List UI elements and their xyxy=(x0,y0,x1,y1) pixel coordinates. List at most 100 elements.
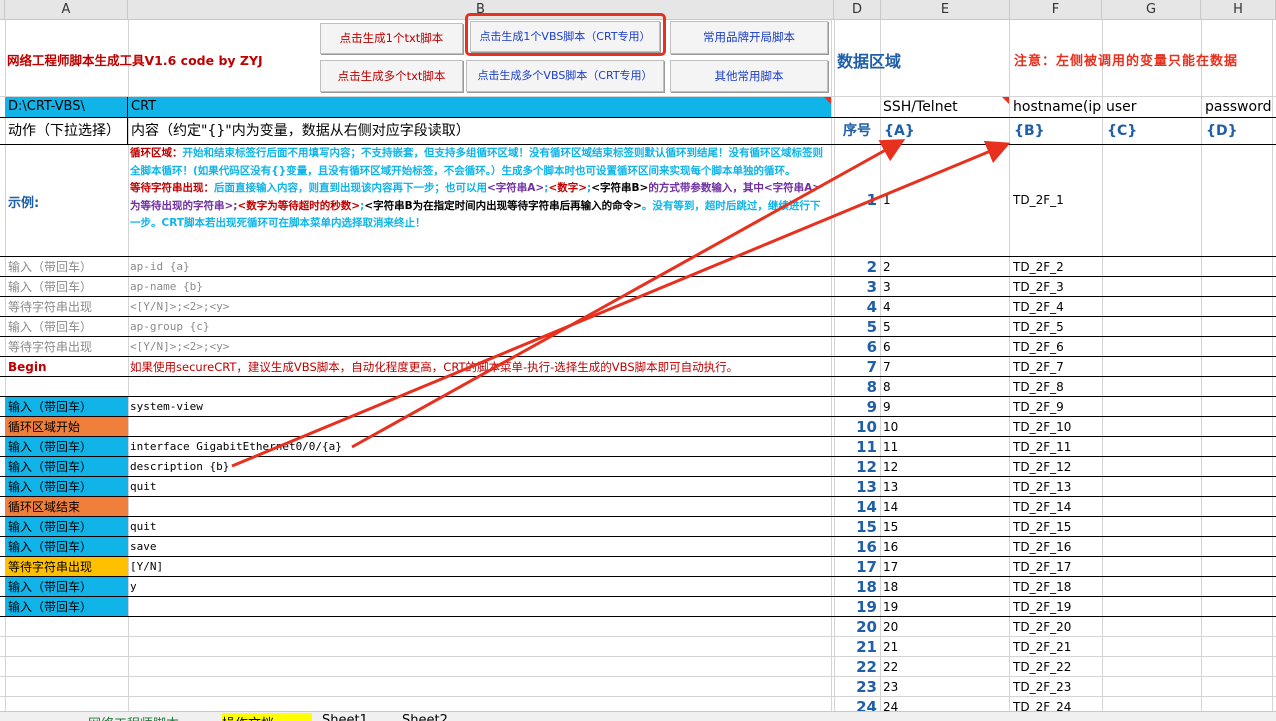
example-f[interactable]: TD_2F_1 xyxy=(1011,190,1102,210)
row-action-cell[interactable]: 循环区域开始 xyxy=(5,417,128,437)
var-c-header[interactable]: {C} xyxy=(1104,118,1200,144)
row-seq-cell[interactable]: 15 xyxy=(834,517,880,537)
generate-one-txt-button[interactable]: 点击生成1个txt脚本 xyxy=(320,23,463,54)
row-seq-cell[interactable]: 12 xyxy=(834,457,880,477)
row-seq-cell[interactable]: 18 xyxy=(834,577,880,597)
sheet-tab-main[interactable]: 网络工程师脚本 xyxy=(88,713,218,721)
row-e-cell[interactable]: 6 xyxy=(881,337,1009,357)
row-f-cell[interactable]: TD_2F_16 xyxy=(1011,537,1103,557)
column-header-h[interactable]: H xyxy=(1201,0,1276,20)
var-d-header[interactable]: {D} xyxy=(1203,118,1273,144)
row-action-cell[interactable]: 输入（带回车） xyxy=(5,277,128,297)
row-action-cell[interactable] xyxy=(5,657,128,677)
row-content-cell[interactable]: y xyxy=(128,577,831,597)
row-e-cell[interactable]: 7 xyxy=(881,357,1009,377)
row-content-cell[interactable] xyxy=(128,497,831,517)
example-e[interactable]: 1 xyxy=(881,190,1009,210)
row-content-cell[interactable]: ap-id {a} xyxy=(128,257,831,277)
row-action-cell[interactable] xyxy=(5,377,128,397)
row-seq-cell[interactable]: 17 xyxy=(834,557,880,577)
row-action-cell[interactable]: 等待字符串出现 xyxy=(5,297,128,317)
row-f-cell[interactable]: TD_2F_11 xyxy=(1011,437,1103,457)
row-seq-cell[interactable]: 19 xyxy=(834,597,880,617)
generate-multi-vbs-button[interactable]: 点击生成多个VBS脚本（CRT专用） xyxy=(466,60,664,92)
row-f-cell[interactable]: TD_2F_14 xyxy=(1011,497,1103,517)
row-content-cell[interactable] xyxy=(128,417,831,437)
row-content-cell[interactable]: <[Y/N]>;<2>;<y> xyxy=(128,337,831,357)
row-content-cell[interactable]: system-view xyxy=(128,397,831,417)
row-e-cell[interactable]: 10 xyxy=(881,417,1009,437)
row-content-cell[interactable]: quit xyxy=(128,517,831,537)
row-e-cell[interactable]: 2 xyxy=(881,257,1009,277)
row-action-cell[interactable] xyxy=(5,617,128,637)
row-e-cell[interactable]: 14 xyxy=(881,497,1009,517)
row-content-cell[interactable] xyxy=(128,597,831,617)
row-seq-cell[interactable]: 10 xyxy=(834,417,880,437)
row-seq-cell[interactable]: 16 xyxy=(834,537,880,557)
row-action-cell[interactable]: 输入（带回车） xyxy=(5,437,128,457)
row-e-cell[interactable]: 8 xyxy=(881,377,1009,397)
row-content-cell[interactable] xyxy=(128,377,831,397)
row-content-cell[interactable]: [Y/N] xyxy=(128,557,831,577)
row-f-cell[interactable]: TD_2F_23 xyxy=(1011,677,1103,697)
field-g-header[interactable]: user xyxy=(1104,97,1200,117)
row-content-cell[interactable] xyxy=(128,677,831,697)
column-header-e[interactable]: E xyxy=(881,0,1010,20)
row-e-cell[interactable]: 19 xyxy=(881,597,1009,617)
row-f-cell[interactable]: TD_2F_18 xyxy=(1011,577,1103,597)
row-action-cell[interactable]: 等待字符串出现 xyxy=(5,557,128,577)
row-action-cell[interactable]: 输入（带回车） xyxy=(5,597,128,617)
field-f-header[interactable]: hostname(ip) xyxy=(1011,97,1102,117)
row-f-cell[interactable]: TD_2F_2 xyxy=(1011,257,1103,277)
row-e-cell[interactable]: 16 xyxy=(881,537,1009,557)
row-f-cell[interactable]: TD_2F_20 xyxy=(1011,617,1103,637)
row-action-cell[interactable]: 输入（带回车） xyxy=(5,317,128,337)
row-e-cell[interactable]: 9 xyxy=(881,397,1009,417)
row-action-cell[interactable]: 输入（带回车） xyxy=(5,457,128,477)
row-action-cell[interactable]: 输入（带回车） xyxy=(5,477,128,497)
row-e-cell[interactable]: 13 xyxy=(881,477,1009,497)
row-action-cell[interactable]: 输入（带回车） xyxy=(5,517,128,537)
row-action-cell[interactable] xyxy=(5,637,128,657)
row-content-cell[interactable]: <[Y/N]>;<2>;<y> xyxy=(128,297,831,317)
row-f-cell[interactable]: TD_2F_4 xyxy=(1011,297,1103,317)
row-e-cell[interactable]: 21 xyxy=(881,637,1009,657)
sheet-tab-sheet2[interactable]: Sheet2 xyxy=(402,713,472,721)
row-seq-cell[interactable]: 14 xyxy=(834,497,880,517)
row-seq-cell[interactable]: 13 xyxy=(834,477,880,497)
row-f-cell[interactable]: TD_2F_3 xyxy=(1011,277,1103,297)
field-h-header[interactable]: password xyxy=(1203,97,1273,117)
row-f-cell[interactable]: TD_2F_21 xyxy=(1011,637,1103,657)
row-f-cell[interactable]: TD_2F_15 xyxy=(1011,517,1103,537)
row-e-cell[interactable]: 15 xyxy=(881,517,1009,537)
row-e-cell[interactable]: 3 xyxy=(881,277,1009,297)
row-e-cell[interactable]: 4 xyxy=(881,297,1009,317)
row-action-cell[interactable]: 等待字符串出现 xyxy=(5,337,128,357)
sheet-tab-docs[interactable]: 操作文档 xyxy=(222,713,312,721)
row-seq-cell[interactable]: 11 xyxy=(834,437,880,457)
mode-cell[interactable]: CRT xyxy=(128,97,831,117)
row-action-cell[interactable]: 输入（带回车） xyxy=(5,577,128,597)
column-header-a[interactable]: A xyxy=(5,0,128,20)
row-e-cell[interactable]: 20 xyxy=(881,617,1009,637)
brand-script-button[interactable]: 常用品牌开局脚本 xyxy=(670,21,828,54)
path-cell[interactable]: D:\CRT-VBS\ xyxy=(5,97,128,117)
row-e-cell[interactable]: 17 xyxy=(881,557,1009,577)
row-seq-cell[interactable]: 23 xyxy=(834,677,880,697)
row-action-cell[interactable]: 循环区域结束 xyxy=(5,497,128,517)
var-b-header[interactable]: {B} xyxy=(1011,118,1102,144)
row-f-cell[interactable]: TD_2F_7 xyxy=(1011,357,1103,377)
row-content-cell[interactable] xyxy=(128,637,831,657)
row-e-cell[interactable]: 18 xyxy=(881,577,1009,597)
row-content-cell[interactable]: ap-name {b} xyxy=(128,277,831,297)
row-f-cell[interactable]: TD_2F_12 xyxy=(1011,457,1103,477)
content-header[interactable]: 内容（约定"{}"内为变量，数据从右侧对应字段读取） xyxy=(128,118,831,144)
row-seq-cell[interactable]: 4 xyxy=(834,297,880,317)
column-header-d[interactable]: D xyxy=(834,0,881,20)
row-e-cell[interactable]: 5 xyxy=(881,317,1009,337)
row-action-cell[interactable]: 输入（带回车） xyxy=(5,537,128,557)
row-f-cell[interactable]: TD_2F_9 xyxy=(1011,397,1103,417)
row-content-cell[interactable] xyxy=(128,617,831,637)
row-seq-cell[interactable]: 3 xyxy=(834,277,880,297)
row-seq-cell[interactable]: 6 xyxy=(834,337,880,357)
